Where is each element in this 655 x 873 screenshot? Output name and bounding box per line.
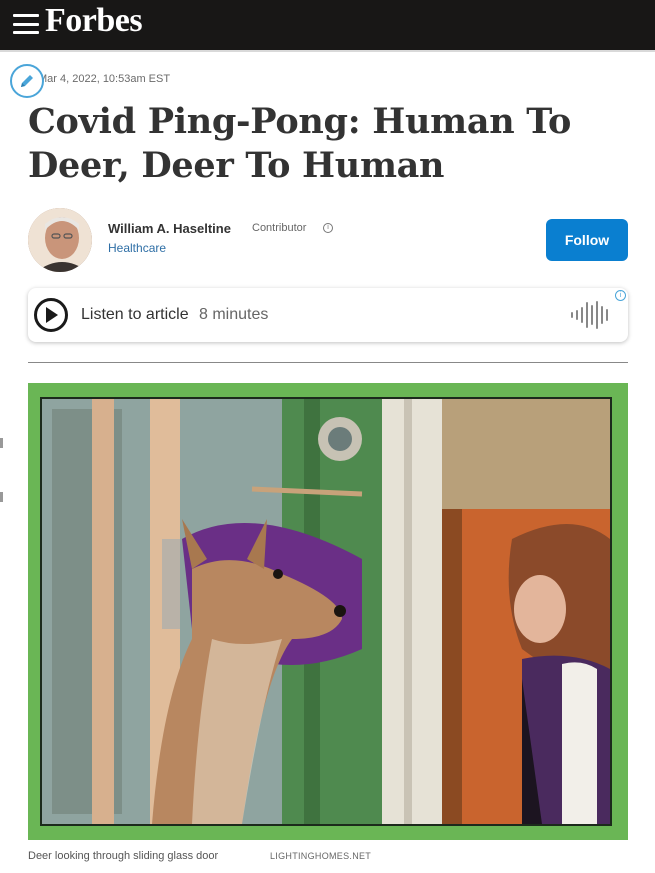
forbes-logo[interactable]: Forbes [45,2,143,40]
pencil-icon[interactable] [10,64,44,98]
play-icon[interactable] [34,298,68,332]
listen-label: Listen to article [81,306,189,323]
content-divider [28,362,628,363]
author-role: Contributor [252,222,307,234]
image-credit: LIGHTINGHOMES.NET [270,851,372,861]
article-dateline: Mar 4, 2022, 10:53am EST [38,73,171,85]
image-caption: Deer looking through sliding glass door [28,850,219,862]
hamburger-menu-icon[interactable] [13,14,39,34]
top-navigation-bar: Forbes [0,0,655,50]
article-image-frame [28,383,628,840]
follow-button[interactable]: Follow [546,219,628,261]
ad-choices-icon[interactable]: i [615,290,626,301]
audio-waveform-icon [571,301,608,329]
info-icon[interactable]: i [323,223,333,233]
author-avatar[interactable] [28,208,92,272]
listen-to-article-player: Listen to article 8 minutes i [28,288,628,342]
header-divider [0,50,655,52]
author-name[interactable]: William A. Haseltine [108,221,231,236]
offscreen-fragment [0,438,3,448]
author-topic-link[interactable]: Healthcare [108,241,166,255]
article-image[interactable] [40,397,612,826]
listen-duration: 8 minutes [199,306,269,323]
offscreen-fragment [0,492,3,502]
article-headline: Covid Ping-Pong: Human To Deer, Deer To … [28,101,572,186]
